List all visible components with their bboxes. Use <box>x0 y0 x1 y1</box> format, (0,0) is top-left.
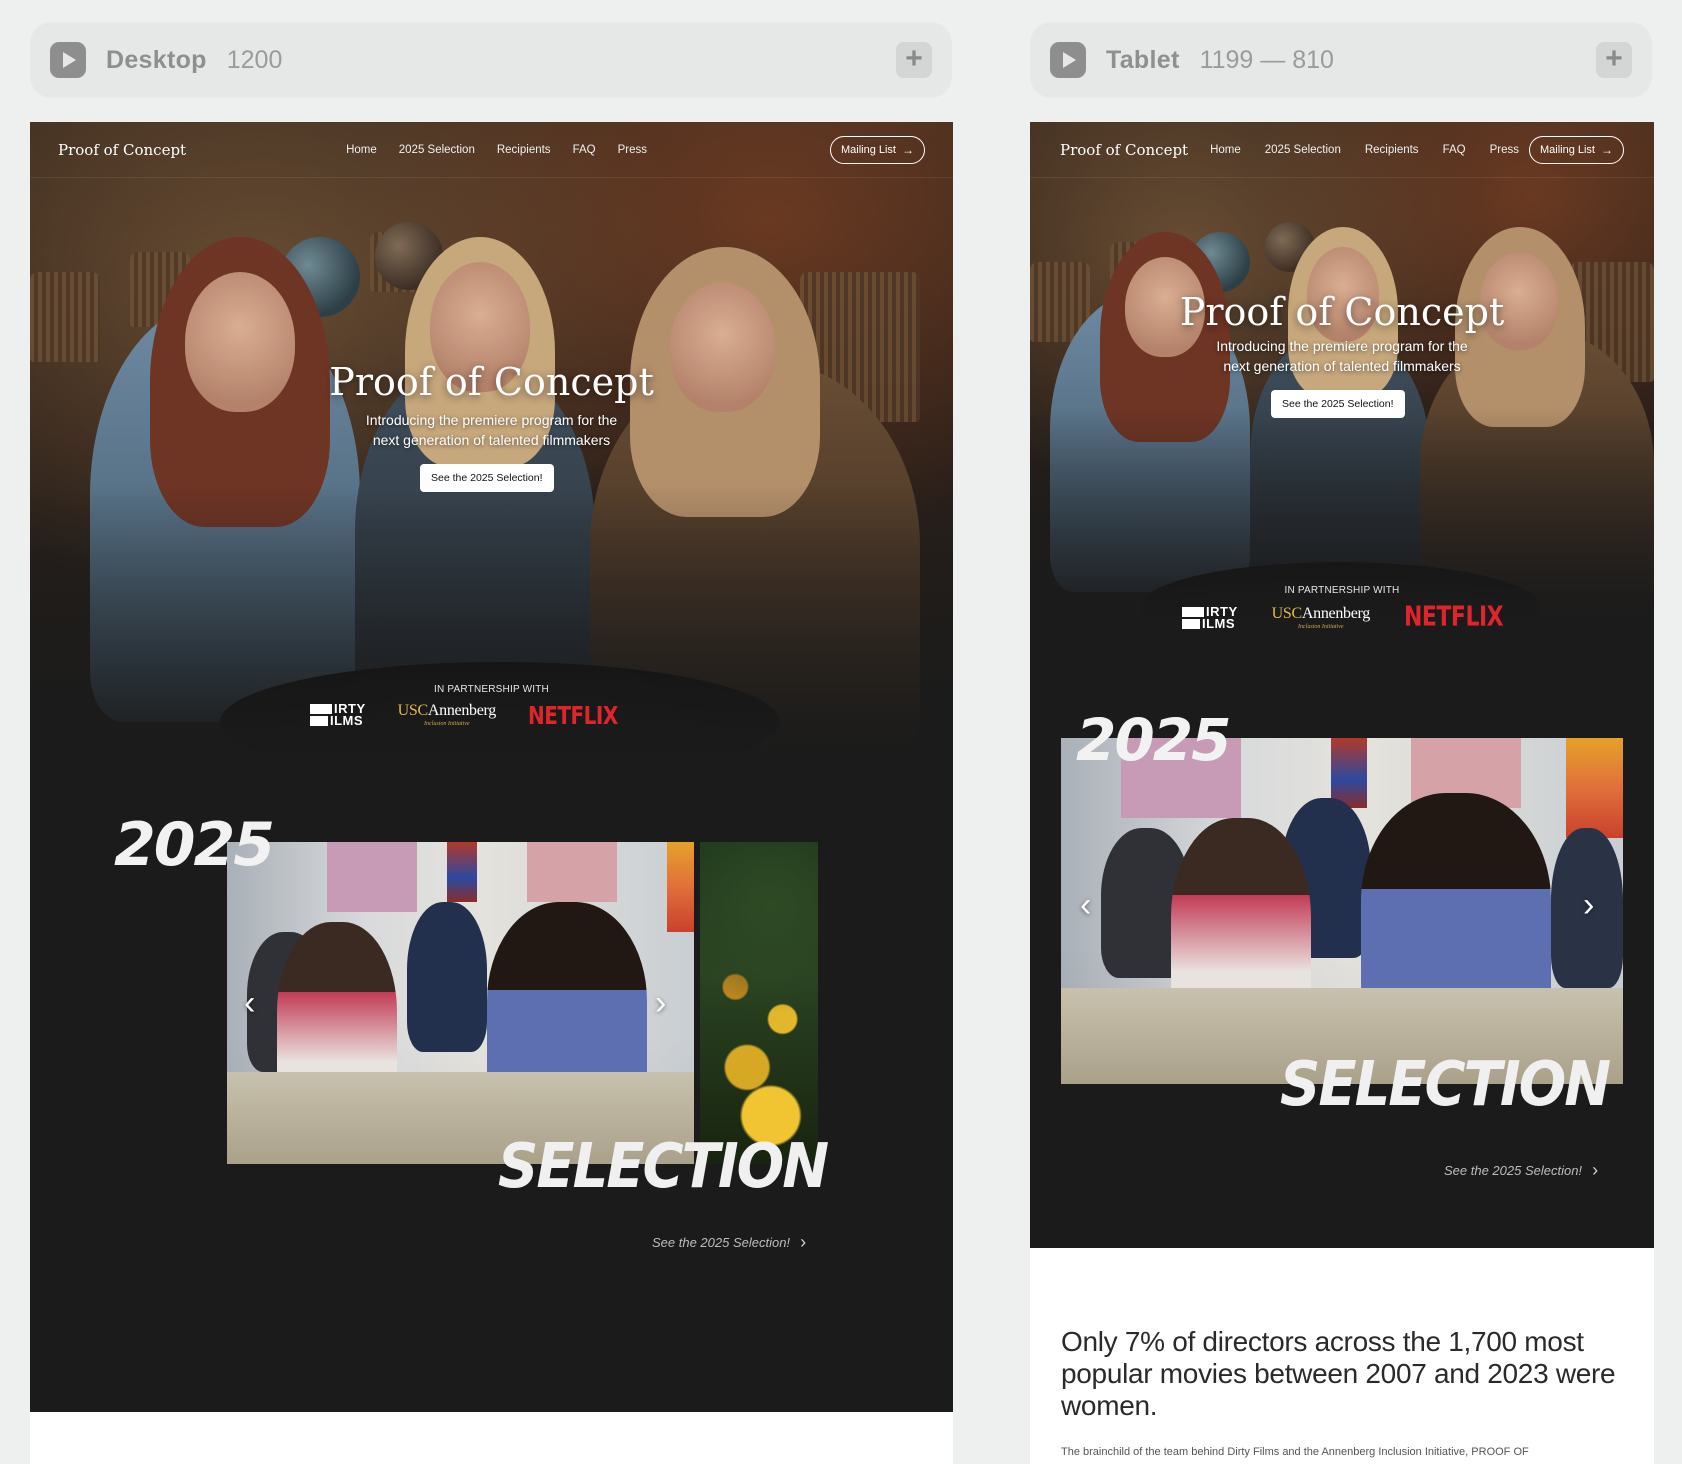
see-selection-label: See the 2025 Selection! <box>652 1235 791 1250</box>
tablet-frame: Proof of Concept Home 2025 Selection Rec… <box>1030 122 1654 1248</box>
selection-word-heading: SELECTION <box>1280 1048 1611 1121</box>
mailing-list-button[interactable]: Mailing List → <box>1528 135 1624 164</box>
brand-logo[interactable]: Proof of Concept <box>1060 141 1188 159</box>
stat-heading: Only 7% of directors across the 1,700 mo… <box>1061 1326 1616 1421</box>
hero-cta-button[interactable]: See the 2025 Selection! <box>420 464 554 492</box>
nav-home[interactable]: Home <box>1210 144 1241 156</box>
hero-image <box>30 122 953 782</box>
dirty-films-logo: IRTY ILMS <box>310 702 366 728</box>
usc-annenberg-logo: USCAnnenberg Inclusion Initiative <box>1271 605 1371 630</box>
dirty-films-line: ILMS <box>330 712 364 728</box>
partner-logos: IRTY ILMS USCAnnenberg Inclusion Initiat… <box>1182 601 1504 634</box>
hero-subtitle-line: next generation of talented filmmakers <box>1223 358 1461 374</box>
chevron-right-icon: › <box>800 1232 807 1252</box>
see-selection-link[interactable]: See the 2025 Selection! › <box>1444 1160 1598 1181</box>
nav-recipients[interactable]: Recipients <box>497 144 551 156</box>
selection-year-heading: 2025 <box>1076 706 1231 774</box>
usc-subtitle: Inclusion Initiative <box>1298 624 1344 630</box>
mailing-list-button[interactable]: Mailing List → <box>829 135 925 164</box>
desktop-breakpoint-bar: Desktop 1200 + <box>30 22 952 98</box>
see-selection-link[interactable]: See the 2025 Selection! › <box>652 1232 806 1253</box>
selection-slide-main[interactable] <box>1061 738 1623 1084</box>
hero-subtitle-line: next generation of talented filmmakers <box>372 432 611 448</box>
plus-icon[interactable]: + <box>896 42 932 78</box>
dirty-films-logo: IRTY ILMS <box>1182 605 1238 631</box>
nav-links: Home 2025 Selection Recipients FAQ Press <box>1210 144 1519 156</box>
mailing-list-label: Mailing List <box>1539 143 1595 156</box>
breakpoint-name: Desktop <box>106 45 207 74</box>
netflix-logo: NETFLIX <box>527 699 618 730</box>
breakpoint-name: Tablet <box>1106 45 1180 74</box>
breakpoint-size: 1199 — 810 <box>1199 45 1334 74</box>
chevron-right-icon[interactable]: › <box>655 986 666 1020</box>
tablet-breakpoint-bar: Tablet 1199 — 810 + <box>1030 22 1652 98</box>
arrow-right-icon: → <box>1601 142 1613 157</box>
usc-text: USC <box>397 702 429 719</box>
hero-image <box>1030 122 1654 642</box>
chevron-left-icon[interactable]: ‹ <box>1080 888 1091 922</box>
nav-home[interactable]: Home <box>346 144 377 156</box>
nav-faq[interactable]: FAQ <box>573 144 596 156</box>
play-icon[interactable] <box>50 42 86 78</box>
hero-subtitle: Introducing the premiere program for the… <box>30 410 953 450</box>
selection-slide-next[interactable] <box>700 842 818 1164</box>
usc-annenberg-logo: USCAnnenberg Inclusion Initiative <box>397 702 497 727</box>
breakpoint-size: 1200 <box>226 45 283 74</box>
see-selection-label: See the 2025 Selection! <box>1444 1163 1583 1178</box>
nav-links: Home 2025 Selection Recipients FAQ Press <box>346 144 647 156</box>
hero-cta-button[interactable]: See the 2025 Selection! <box>1271 390 1405 418</box>
usc-subtitle: Inclusion Initiative <box>424 721 470 727</box>
nav-2025-selection[interactable]: 2025 Selection <box>1265 144 1341 156</box>
hero-subtitle: Introducing the premiere program for the… <box>1030 336 1654 376</box>
annenberg-text: Annenberg <box>1301 605 1370 622</box>
selection-year-heading: 2025 <box>114 810 275 880</box>
hero-title: Proof of Concept <box>329 360 654 404</box>
usc-text: USC <box>1271 605 1303 622</box>
partnership-label: IN PARTNERSHIP WITH <box>434 684 549 695</box>
dirty-films-line: ILMS <box>1202 615 1236 631</box>
selection-slide-main[interactable] <box>227 842 694 1164</box>
nav-faq[interactable]: FAQ <box>1443 144 1466 156</box>
chevron-right-icon[interactable]: › <box>1583 888 1594 922</box>
play-icon[interactable] <box>1050 42 1086 78</box>
stat-body: The brainchild of the team behind Dirty … <box>1061 1446 1529 1458</box>
desktop-next-section <box>30 1412 953 1464</box>
tablet-stat-section: Only 7% of directors across the 1,700 mo… <box>1030 1248 1654 1464</box>
hero-subtitle-line: Introducing the premiere program for the <box>365 412 618 428</box>
arrow-right-icon: → <box>902 142 914 157</box>
nav-press[interactable]: Press <box>618 144 647 156</box>
partner-logos: IRTY ILMS USCAnnenberg Inclusion Initiat… <box>310 699 618 730</box>
chevron-left-icon[interactable]: ‹ <box>244 986 255 1020</box>
netflix-logo: NETFLIX <box>1403 601 1504 634</box>
nav-recipients[interactable]: Recipients <box>1365 144 1419 156</box>
brand-logo[interactable]: Proof of Concept <box>58 141 186 159</box>
hero-subtitle-line: Introducing the premiere program for the <box>1216 338 1468 354</box>
chevron-right-icon: › <box>1592 1160 1599 1180</box>
tablet-nav: Proof of Concept Home 2025 Selection Rec… <box>1030 122 1654 178</box>
nav-2025-selection[interactable]: 2025 Selection <box>399 144 475 156</box>
hero-title: Proof of Concept <box>1179 290 1505 334</box>
desktop-frame: Proof of Concept Home 2025 Selection Rec… <box>30 122 953 1412</box>
nav-press[interactable]: Press <box>1490 144 1519 156</box>
partnership-label: IN PARTNERSHIP WITH <box>1284 585 1400 596</box>
annenberg-text: Annenberg <box>427 702 496 719</box>
desktop-nav: Proof of Concept Home 2025 Selection Rec… <box>30 122 953 178</box>
plus-icon[interactable]: + <box>1596 42 1632 78</box>
mailing-list-label: Mailing List <box>840 143 896 156</box>
selection-word-heading: SELECTION <box>498 1130 829 1203</box>
